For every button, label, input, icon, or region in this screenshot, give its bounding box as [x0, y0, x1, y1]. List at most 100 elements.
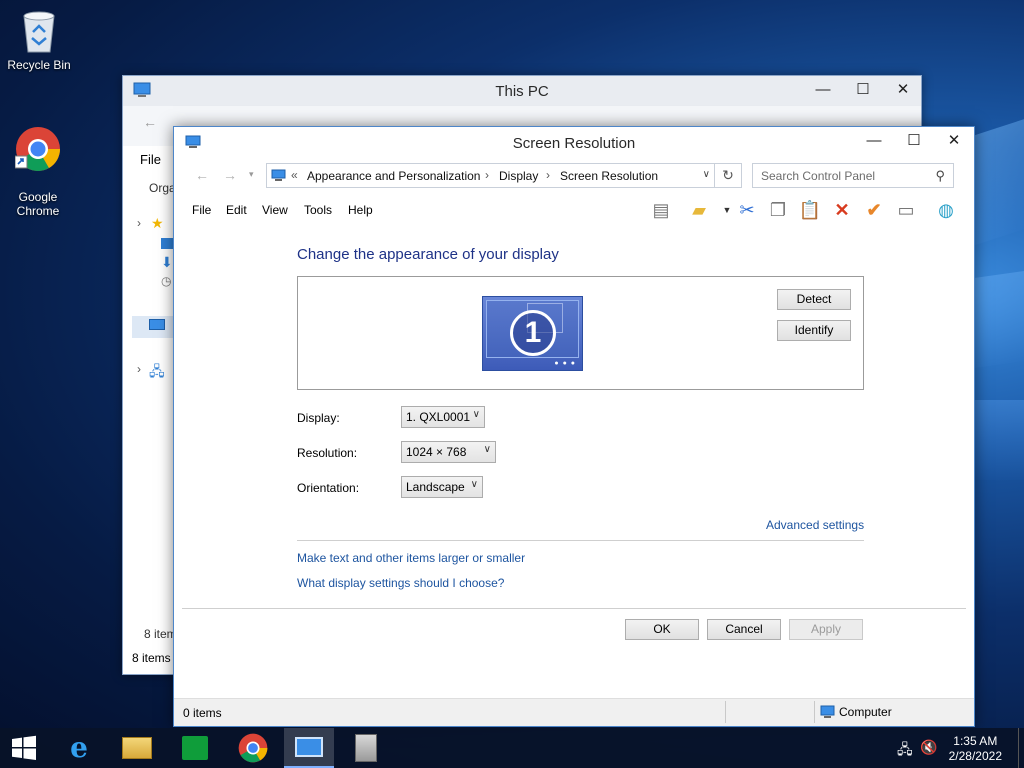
display-settings-help-link[interactable]: What display settings should I choose?	[297, 576, 504, 590]
maximize-button[interactable]: ☐	[843, 76, 883, 104]
apply-button[interactable]: Apply	[789, 619, 863, 640]
breadcrumb-screen-resolution[interactable]: Screen Resolution	[560, 169, 658, 183]
clock[interactable]: 1:35 AM 2/28/2022	[949, 734, 1002, 764]
recent-pages-chevron-icon[interactable]: ▾	[249, 169, 254, 180]
cancel-button[interactable]: Cancel	[707, 619, 781, 640]
ok-button[interactable]: OK	[625, 619, 699, 640]
chrome-icon	[15, 127, 60, 171]
internet-explorer-icon[interactable]: e	[55, 728, 103, 768]
taskbar: e 🖧 🔇 1:35 AM 2/28/2022	[0, 728, 1024, 768]
screen-resolution-window[interactable]: Screen Resolution — ☐ ✕ ← → ▾ « Appearan…	[173, 126, 975, 727]
menu-tools[interactable]: Tools	[304, 203, 332, 217]
desktop-icon-label: Google Chrome	[16, 190, 60, 218]
orientation-select-value: Landscape	[406, 480, 465, 494]
breadcrumb-display[interactable]: Display	[499, 169, 538, 183]
status-divider	[814, 701, 815, 723]
minimize-button[interactable]: —	[854, 127, 894, 157]
identify-button[interactable]: Identify	[777, 320, 851, 341]
forward-button[interactable]: →	[223, 167, 237, 183]
back-arrow-icon[interactable]: ←	[143, 114, 157, 130]
download-arrow-icon: ⬇	[161, 254, 173, 270]
star-icon: ★	[151, 215, 164, 231]
cut-icon[interactable]: ✂	[733, 197, 761, 223]
text-size-link[interactable]: Make text and other items larger or smal…	[297, 551, 525, 565]
monitor-number-badge: 1	[510, 310, 556, 356]
monitor-1[interactable]: 1 ● ● ●	[482, 296, 583, 371]
menu-view[interactable]: View	[262, 203, 288, 217]
maximize-button[interactable]: ☐	[894, 127, 934, 157]
chrome-taskbar-icon[interactable]	[229, 728, 277, 768]
start-button[interactable]	[0, 728, 48, 768]
search-input[interactable]: Search Control Panel ⚲	[752, 163, 954, 188]
recent-places-icon: ◷	[161, 274, 172, 288]
display-select-value: 1. QXL0001	[406, 410, 471, 424]
volume-muted-icon[interactable]: 🔇	[920, 739, 937, 756]
show-desktop-button[interactable]	[1018, 728, 1024, 768]
expand-arrow-icon[interactable]: ›	[137, 362, 141, 376]
this-pc-nav-icon	[149, 319, 165, 330]
orientation-select[interactable]: Landscape ∨	[401, 476, 483, 498]
orientation-label: Orientation:	[297, 481, 360, 495]
desktop-icon-google-chrome[interactable]: Google Chrome	[0, 112, 76, 218]
refresh-button[interactable]: ↻	[715, 163, 742, 188]
network-icon: 🖧	[149, 363, 165, 379]
chevron-down-icon: ∨	[470, 479, 478, 490]
organize-label[interactable]: Orga	[149, 181, 176, 195]
network-icon[interactable]: 🖧	[897, 739, 913, 763]
desktop-icon-label: Recycle Bin	[7, 58, 71, 72]
display-select[interactable]: 1. QXL0001 ∨	[401, 406, 485, 428]
monitor-dots: ● ● ●	[554, 360, 576, 367]
properties-checkmark-icon[interactable]: ✔	[860, 197, 888, 223]
new-folder-icon[interactable]: ▰	[685, 197, 713, 223]
windows-logo-icon	[12, 735, 36, 760]
clock-time: 1:35 AM	[953, 734, 998, 748]
menu-file[interactable]: File	[192, 203, 211, 217]
file-tab[interactable]: File	[140, 152, 161, 167]
page-title: Change the appearance of your display	[297, 246, 559, 263]
computer-icon	[820, 705, 835, 718]
resolution-select[interactable]: 1024 × 768 ∨	[401, 441, 496, 463]
resolution-label: Resolution:	[297, 446, 358, 460]
title-bar[interactable]: Screen Resolution — ☐ ✕	[174, 127, 974, 159]
file-explorer-icon[interactable]	[113, 728, 161, 768]
breadcrumb-overflow[interactable]: «	[291, 168, 298, 182]
breadcrumb-separator-icon[interactable]: ›	[546, 168, 550, 182]
status-location: Computer	[839, 705, 892, 719]
divider	[297, 540, 864, 541]
globe-icon[interactable]: ◍	[932, 197, 960, 223]
chevron-down-icon: ∨	[483, 444, 491, 455]
search-placeholder: Search Control Panel	[761, 169, 876, 183]
detect-button[interactable]: Detect	[777, 289, 851, 310]
desktop-icon-recycle-bin[interactable]: Recycle Bin	[1, 8, 77, 72]
address-bar[interactable]: « Appearance and Personalization › Displ…	[266, 163, 715, 188]
breadcrumb-separator-icon[interactable]: ›	[485, 168, 489, 182]
control-panel-taskbar-icon[interactable]	[284, 728, 334, 768]
close-button[interactable]: ✕	[883, 76, 923, 104]
status-items: 8 items	[132, 651, 171, 665]
close-button[interactable]: ✕	[934, 127, 974, 157]
resolution-select-value: 1024 × 768	[406, 445, 467, 459]
app-installer-taskbar-icon[interactable]	[342, 728, 390, 768]
delete-icon[interactable]: ✕	[828, 197, 856, 223]
minimize-button[interactable]: —	[803, 76, 843, 104]
recycle-bin-icon	[23, 11, 55, 53]
address-dropdown-chevron-icon[interactable]: ∨	[703, 169, 710, 180]
store-icon[interactable]	[171, 728, 219, 768]
layout-pane-icon[interactable]: ▤	[647, 197, 675, 223]
status-item-count: 0 items	[183, 706, 222, 720]
title-bar[interactable]: This PC — ☐ ✕	[123, 76, 921, 106]
clock-date: 2/28/2022	[948, 749, 1002, 763]
status-divider	[725, 701, 726, 723]
menu-edit[interactable]: Edit	[226, 203, 247, 217]
advanced-settings-link[interactable]: Advanced settings	[766, 518, 864, 532]
back-button[interactable]: ←	[195, 167, 209, 183]
expand-arrow-icon[interactable]: ›	[137, 216, 141, 230]
breadcrumb-appearance[interactable]: Appearance and Personalization	[307, 169, 480, 183]
paste-icon[interactable]: 📋	[796, 197, 824, 223]
menu-help[interactable]: Help	[348, 203, 373, 217]
copy-icon[interactable]: ❐	[764, 197, 792, 223]
status-item-count: 8 item	[144, 627, 177, 641]
search-icon[interactable]: ⚲	[935, 168, 945, 184]
rename-icon[interactable]: ▭	[892, 197, 920, 223]
monitor-arrangement-area: 1 ● ● ● Detect Identify	[297, 276, 864, 390]
